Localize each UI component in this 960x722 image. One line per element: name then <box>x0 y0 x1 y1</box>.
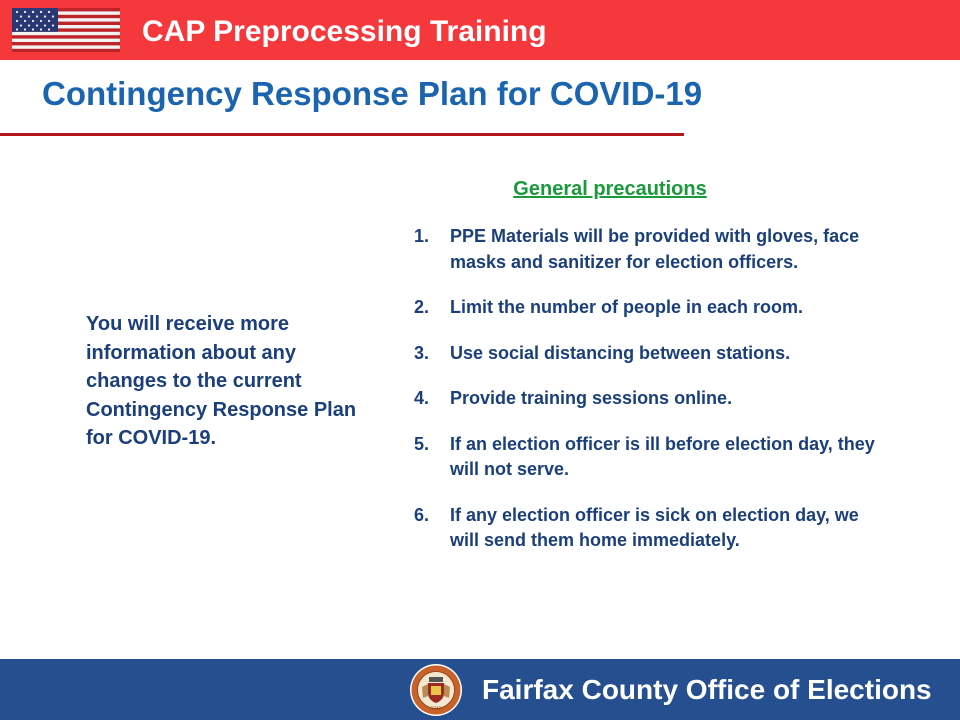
seal-year: 1742 <box>431 706 442 711</box>
footer-organization: Fairfax County Office of Elections <box>482 674 932 705</box>
list-item-number: 2. <box>414 297 430 317</box>
list-item: 3. Use social distancing between station… <box>414 341 884 367</box>
info-note: You will receive more information about … <box>86 313 357 449</box>
header-title: CAP Preprocessing Training <box>142 15 547 48</box>
list-item: 5. If an election officer is ill before … <box>414 432 884 483</box>
list-item: 4. Provide training sessions online. <box>414 386 884 412</box>
list-item-text: If any election officer is sick on elect… <box>450 504 859 551</box>
header-bar: CAP Preprocessing Training <box>0 0 960 60</box>
us-flag-icon <box>12 8 120 52</box>
list-item: 2. Limit the number of people in each ro… <box>414 295 884 321</box>
list-item: 6. If any election officer is sick on el… <box>414 503 884 554</box>
title-divider <box>0 133 684 136</box>
general-precautions-heading: General precautions <box>513 178 707 200</box>
list-item-number: 3. <box>414 342 430 363</box>
list-item-text: If an election officer is ill before ele… <box>450 433 875 480</box>
list-item-number: 5. <box>414 433 430 454</box>
list-item-text: Use social distancing between stations. <box>450 342 791 363</box>
list-item-number: 1. <box>414 226 430 246</box>
list-item-text: Provide training sessions online. <box>450 388 733 408</box>
list-item-text: PPE Materials will be provided with glov… <box>450 226 860 272</box>
list-item: 1. PPE Materials will be provided with g… <box>414 224 884 275</box>
slide-title: Contingency Response Plan for COVID-19 <box>42 75 703 112</box>
list-item-number: 6. <box>414 504 430 525</box>
precautions-list: 1. PPE Materials will be provided with g… <box>414 224 884 574</box>
list-item-text: Limit the number of people in each room. <box>450 297 804 317</box>
list-item-number: 4. <box>414 388 430 408</box>
fairfax-county-seal-icon: 1742 <box>409 663 463 717</box>
